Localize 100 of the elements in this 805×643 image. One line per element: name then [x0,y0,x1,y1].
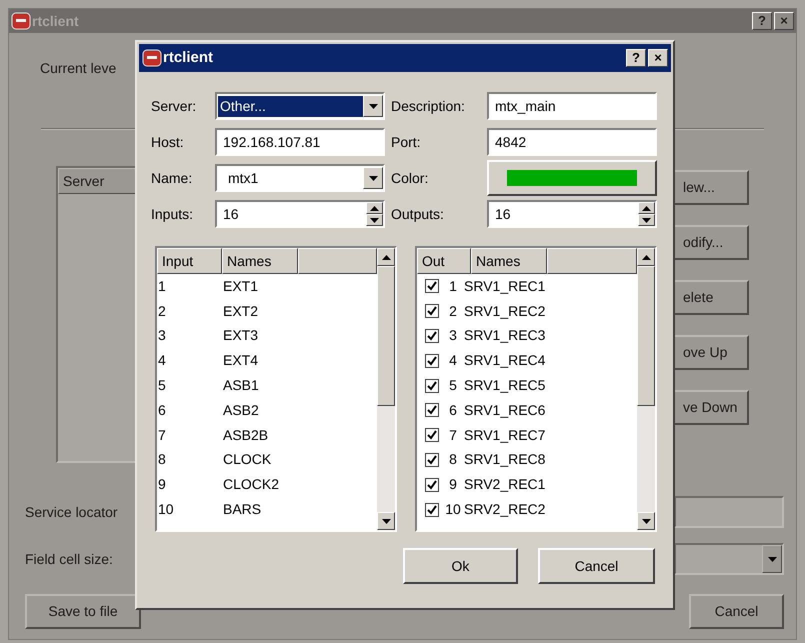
row-number: 8 [448,450,458,470]
row-number: 4 [448,351,458,370]
table-cell-text: SRV1_REC4 [464,351,546,370]
dialog-title: rtclient [163,48,214,68]
text-field[interactable]: 4842 [487,128,657,156]
table-cell-text: BARS [223,500,262,520]
scroll-down-button[interactable] [637,512,655,530]
table-cell-text: EXT2 [223,302,258,321]
window-title: rtclient [32,12,79,30]
up-arrow-icon [370,206,379,210]
checkbox[interactable] [425,328,439,343]
down-arrow-icon [642,518,650,524]
cancel-button[interactable]: Cancel [689,594,784,629]
save-to-file-button[interactable]: Save to file [25,594,141,629]
table-cell-text: 8 [157,450,167,470]
row-number: 10 [444,500,462,520]
down-arrow-icon [370,218,379,222]
field-cell-size-combo[interactable] [674,543,784,575]
checkbox[interactable] [425,304,439,318]
scrollbar-thumb[interactable] [377,266,395,406]
column-header[interactable]: Out [417,248,471,274]
spin-box[interactable]: 16 [487,200,657,228]
scrollbar-thumb[interactable] [637,266,655,406]
column-header[interactable]: Names [471,248,547,274]
dropdown-button[interactable] [762,545,782,573]
row-number: 3 [448,326,458,346]
table-cell-text: 7 [157,426,167,445]
field-label: Color: [390,168,430,188]
table-cell-text: EXT4 [223,351,258,370]
combo-box[interactable]: Other... [215,92,385,120]
scroll-up-button[interactable] [637,248,655,266]
field-label: Name: [151,168,194,188]
table-cell-text: SRV1_REC8 [464,450,546,470]
table-cell-text: SRV1_REC5 [464,376,546,396]
close-button[interactable]: × [648,49,668,67]
table-cell-text: ASB1 [223,376,259,396]
service-locator-label: Service locator [24,502,118,522]
table-cell-text: 5 [157,376,167,396]
app-icon [11,11,31,31]
table-cell-text: 1 [157,276,167,296]
scroll-up-button[interactable] [377,248,395,266]
checkbox[interactable] [425,452,439,467]
table-cell-text: SRV2_REC1 [464,475,546,494]
text-field[interactable]: 192.168.107.81 [215,128,385,156]
row-number: 1 [448,276,458,296]
help-button[interactable]: ? [752,12,772,30]
dropdown-arrow-icon [368,104,378,108]
field-label: Description: [390,96,466,116]
field-label: Port: [390,132,422,152]
row-number: 6 [448,400,458,420]
checkbox[interactable] [425,403,439,418]
field-label: Server: [151,96,198,116]
spin-box[interactable]: 16 [215,200,385,228]
scroll-down-button[interactable] [377,512,395,530]
checkbox[interactable] [425,354,439,368]
up-arrow-icon [382,254,390,260]
row-number: 2 [448,302,458,321]
current-level-label: Current leve [40,58,116,78]
dropdown-arrow-icon [768,556,776,562]
table-cell-text: 4 [157,351,167,370]
color-button[interactable] [487,160,657,196]
checkbox[interactable] [425,428,439,442]
row-number: 5 [448,376,458,396]
dropdown-arrow-icon [368,176,378,180]
spin-up-button[interactable] [638,202,655,214]
service-locator-field[interactable] [674,496,784,528]
checkbox[interactable] [425,502,439,517]
spin-down-button[interactable] [638,214,655,226]
cancel-button[interactable]: Cancel [538,548,655,584]
up-arrow-icon [642,206,651,210]
down-arrow-icon [642,218,651,222]
spin-up-button[interactable] [366,202,383,214]
row-number: 9 [448,475,458,494]
column-header[interactable]: Input [157,248,222,274]
ok-button[interactable]: Ok [403,548,518,584]
combo-box[interactable]: mtx1 [215,164,385,192]
checkbox[interactable] [425,478,439,492]
table-cell-text: EXT1 [223,276,258,296]
field-label: Inputs: [151,204,194,224]
table-cell-text: CLOCK [223,450,272,470]
table-cell-text: SRV1_REC6 [464,400,546,420]
table-cell-text: SRV1_REC1 [464,276,546,296]
table-cell-text: 3 [157,326,167,346]
text-field[interactable]: mtx_main [487,92,657,120]
combo-value: mtx1 [227,168,260,188]
table-cell-text: 9 [157,475,167,494]
column-header[interactable]: Names [222,248,298,274]
checkbox[interactable] [425,378,439,393]
checkbox[interactable] [425,279,439,294]
down-arrow-icon [382,518,390,524]
row-number: 7 [448,426,458,445]
field-label: Outputs: [390,204,445,224]
spin-down-button[interactable] [366,214,383,226]
up-arrow-icon [642,254,650,260]
table-cell-text: 6 [157,400,167,420]
field-label: Host: [151,132,185,152]
table-cell-text: 2 [157,302,167,321]
help-button[interactable]: ? [626,49,646,67]
close-button[interactable]: × [774,12,794,30]
table-cell-text: SRV1_REC3 [464,326,546,346]
